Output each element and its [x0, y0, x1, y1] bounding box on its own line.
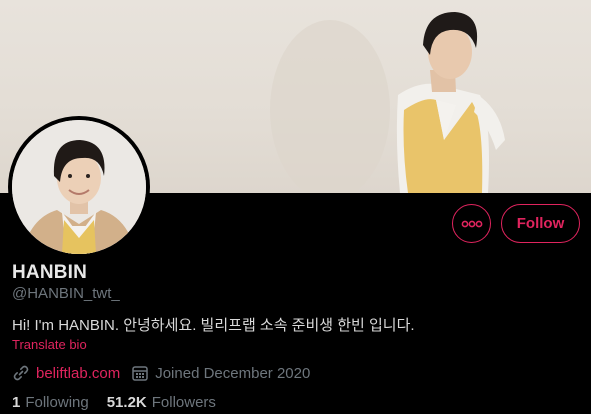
joined-date: Joined December 2020: [155, 364, 311, 382]
avatar-image: [12, 120, 146, 254]
followers-label: Followers: [151, 393, 216, 411]
followers-link[interactable]: 51.2K Followers: [107, 394, 216, 411]
more-options-button[interactable]: [452, 204, 491, 243]
translate-bio-link[interactable]: Translate bio: [12, 337, 87, 352]
calendar-icon: [131, 364, 149, 382]
profile-handle: @HANBIN_twt_: [12, 285, 120, 302]
profile-meta: beliftlab.com Joined December 2020: [12, 362, 310, 384]
following-link[interactable]: 1 Following: [12, 394, 89, 411]
profile-bio: Hi! I'm HANBIN. 안녕하세요. 빌리프랩 소속 준비생 한빈 입니…: [12, 317, 415, 334]
link-icon: [12, 364, 30, 382]
follow-stats: 1 Following 51.2K Followers: [12, 392, 234, 412]
followers-count: 51.2K: [106, 393, 147, 411]
profile-name: HANBIN: [12, 262, 88, 283]
website-link[interactable]: beliftlab.com: [36, 365, 120, 382]
following-label: Following: [25, 393, 89, 411]
follow-button[interactable]: Follow: [501, 204, 580, 243]
profile-page: Follow HANBIN @HANBIN_twt_ Hi! I'm HANBI…: [0, 0, 591, 414]
more-icon: [461, 220, 482, 227]
avatar[interactable]: [8, 116, 150, 258]
following-count: 1: [12, 393, 21, 411]
